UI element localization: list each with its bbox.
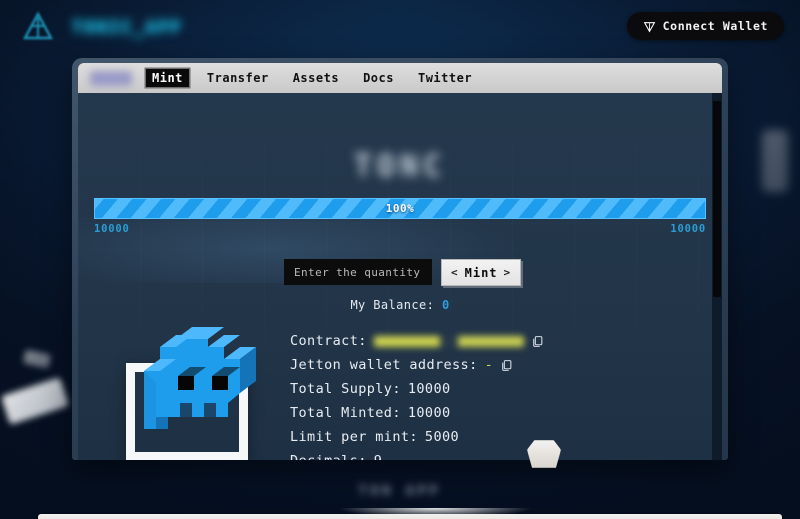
nav-item-assets[interactable]: Assets xyxy=(287,69,345,87)
detail-row-total-minted: Total Minted: 10000 xyxy=(290,405,544,421)
detail-label: Limit per mint: xyxy=(290,429,418,445)
progress-scale: 10000 10000 xyxy=(94,223,706,235)
my-balance: My Balance: 0 xyxy=(78,298,722,312)
mint-button[interactable]: < Mint > xyxy=(441,259,522,286)
detail-row-total-supply: Total Supply: 10000 xyxy=(290,381,544,397)
contract-address-value xyxy=(373,335,524,347)
detail-label: Total Supply: xyxy=(290,381,401,397)
copy-icon[interactable] xyxy=(531,335,544,348)
jetton-wallet-address-value: - xyxy=(484,357,494,373)
token-artwork xyxy=(108,321,288,460)
brand-text: TONIC_APP xyxy=(72,18,183,38)
vertical-scrollbar-track[interactable] xyxy=(712,93,722,460)
token-details: Contract: Jetton wallet address: - Total… xyxy=(290,333,544,460)
decimals-value: 9 xyxy=(374,453,383,460)
token-title: TONC xyxy=(353,149,447,184)
detail-label: Total Minted: xyxy=(290,405,401,421)
ton-triangle-logo-icon xyxy=(22,11,54,40)
floating-debris xyxy=(762,130,788,192)
laptop-screen: Mint Transfer Assets Docs Twitter TONC 1… xyxy=(78,63,722,460)
laptop-camera-bump xyxy=(527,440,561,468)
chevron-left-icon: < xyxy=(451,266,459,279)
my-balance-value: 0 xyxy=(441,298,450,312)
mint-button-label: Mint xyxy=(464,265,498,280)
total-minted-value: 10000 xyxy=(407,405,451,421)
connect-wallet-label: Connect Wallet xyxy=(662,19,768,33)
nav-item-transfer[interactable]: Transfer xyxy=(201,69,275,87)
top-bar: TONIC_APP Connect Wallet xyxy=(0,0,800,56)
ton-diamond-icon xyxy=(643,21,655,32)
detail-row-contract: Contract: xyxy=(290,333,544,349)
laptop-base xyxy=(38,514,782,519)
copy-icon[interactable] xyxy=(500,359,513,372)
detail-label: Contract: xyxy=(290,333,367,349)
progress-max-label: 10000 xyxy=(670,223,706,235)
detail-label: Jetton wallet address: xyxy=(290,357,478,373)
connect-wallet-button[interactable]: Connect Wallet xyxy=(626,12,784,40)
site-logo-icon[interactable] xyxy=(90,70,132,86)
my-balance-label: My Balance: xyxy=(350,298,435,312)
page-stage: TONC 100% 10000 10000 Enter the quantity… xyxy=(78,93,722,460)
quantity-input[interactable] xyxy=(284,259,432,285)
mint-progress: 100% 10000 10000 xyxy=(94,198,706,235)
limit-per-mint-value: 5000 xyxy=(424,429,460,445)
detail-row-limit-per-mint: Limit per mint: 5000 xyxy=(290,429,544,445)
footer-text: TON APP xyxy=(358,484,442,499)
brand[interactable]: TONIC_APP xyxy=(18,8,182,48)
nav-item-twitter[interactable]: Twitter xyxy=(412,69,478,87)
site-navbar: Mint Transfer Assets Docs Twitter xyxy=(78,63,722,93)
total-supply-value: 10000 xyxy=(407,381,451,397)
nav-item-docs[interactable]: Docs xyxy=(357,69,400,87)
progress-percent-label: 100% xyxy=(385,202,415,215)
nav-item-mint[interactable]: Mint xyxy=(146,69,189,87)
detail-label: Decimals: xyxy=(290,453,367,460)
laptop-bezel: Mint Transfer Assets Docs Twitter TONC 1… xyxy=(72,58,728,460)
browser-viewport: Mint Transfer Assets Docs Twitter TONC 1… xyxy=(78,63,722,460)
vertical-scrollbar-thumb[interactable] xyxy=(713,101,721,297)
laptop-mockup: Mint Transfer Assets Docs Twitter TONC 1… xyxy=(38,58,782,519)
mint-controls: < Mint > xyxy=(284,259,522,286)
pixel-invader-icon xyxy=(144,327,256,429)
detail-row-decimals: Decimals: 9 xyxy=(290,453,544,460)
progress-bar: 100% xyxy=(94,198,706,219)
chevron-right-icon: > xyxy=(503,266,512,279)
progress-min-label: 10000 xyxy=(94,223,130,235)
detail-row-jetton-wallet-address: Jetton wallet address: - xyxy=(290,357,544,373)
